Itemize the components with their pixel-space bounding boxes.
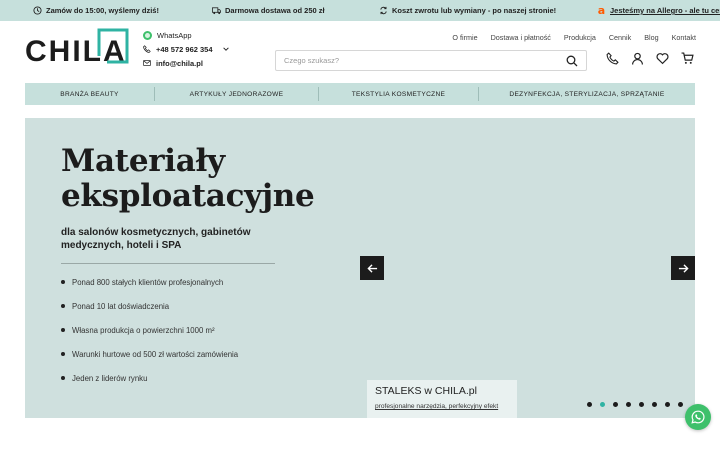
nav-link-dostawa[interactable]: Dostawa i płatność: [491, 33, 551, 42]
hero-slider: Materiały eksploatacyjne dla salonów kos…: [25, 118, 695, 418]
email-address[interactable]: info@chila.pl: [156, 59, 203, 68]
slider-dot[interactable]: [665, 402, 670, 407]
contact-block: WhatsApp +48 572 962 354 info@chila.pl: [143, 28, 230, 70]
whatsapp-contact[interactable]: WhatsApp: [143, 28, 230, 42]
search-icon[interactable]: [566, 55, 578, 67]
hero-divider: [61, 263, 275, 264]
list-item: Własna produkcja o powierzchni 1000 m²: [61, 318, 238, 342]
category-dezynfekcja[interactable]: DEZYNFEKCJA, STERYLIZACJA, SPRZĄTANIE: [479, 87, 695, 101]
search-bar: [275, 50, 587, 71]
arrow-left-icon: [366, 263, 377, 273]
whatsapp-float-button[interactable]: [685, 404, 711, 430]
hero-title-line-1: Materiały: [61, 143, 225, 179]
whatsapp-icon: [691, 410, 705, 424]
promo-text: Koszt zwrotu lub wymiany - po naszej str…: [392, 6, 557, 15]
chila-logo[interactable]: CHILA: [25, 28, 130, 66]
category-artykuly-jednorazowe[interactable]: ARTYKUŁY JEDNORAZOWE: [155, 87, 319, 101]
phone-contact[interactable]: +48 572 962 354: [143, 42, 230, 56]
return-icon: [380, 6, 387, 15]
phone-small-icon: [143, 45, 151, 53]
mail-icon: [143, 60, 151, 66]
promo-text: Darmowa dostawa od 250 zł: [225, 6, 325, 15]
promo-text: Zamów do 15:00, wyślemy dziś!: [46, 6, 159, 15]
slider-dot[interactable]: [626, 402, 631, 407]
nav-link-o-firmie[interactable]: O firmie: [452, 33, 477, 42]
list-item: Ponad 10 lat doświadczenia: [61, 294, 238, 318]
whatsapp-label[interactable]: WhatsApp: [157, 31, 192, 40]
search-input[interactable]: [284, 56, 566, 65]
slider-dot[interactable]: [613, 402, 618, 407]
hero-bullet-list: Ponad 800 stałych klientów profesjonalny…: [61, 270, 238, 390]
next-slide-card[interactable]: STALEKS w CHILA.pl profesjonalne narzędz…: [367, 380, 517, 418]
slider-dots: [587, 402, 683, 407]
whatsapp-icon: [143, 30, 152, 40]
clock-icon: [33, 6, 42, 15]
slider-dot[interactable]: [587, 402, 592, 407]
nav-link-cennik[interactable]: Cennik: [609, 33, 631, 42]
chevron-down-icon[interactable]: [222, 45, 230, 53]
list-item: Ponad 800 stałych klientów profesjonalny…: [61, 270, 238, 294]
slider-dot[interactable]: [639, 402, 644, 407]
truck-icon: [212, 7, 221, 15]
slider-dot[interactable]: [678, 402, 683, 407]
promo-item-shipping-time: Zamów do 15:00, wyślemy dziś!: [33, 0, 159, 21]
hero-title-line-2: eksploatacyjne: [61, 178, 315, 214]
allegro-link[interactable]: Jesteśmy na Allegro - ale tu ceny lo: [610, 6, 720, 15]
promo-item-free-delivery: Darmowa dostawa od 250 zł: [212, 0, 325, 21]
slider-dot[interactable]: [600, 402, 605, 407]
top-navigation: O firmie Dostawa i płatność Produkcja Ce…: [452, 33, 696, 42]
nav-link-produkcja[interactable]: Produkcja: [564, 33, 596, 42]
slider-prev-button[interactable]: [360, 256, 384, 280]
heart-icon[interactable]: [656, 52, 669, 66]
nav-link-blog[interactable]: Blog: [644, 33, 658, 42]
promo-item-allegro[interactable]: a Jesteśmy na Allegro - ale tu ceny lo: [597, 0, 720, 21]
cart-icon[interactable]: [681, 52, 694, 66]
arrow-right-icon: [678, 263, 689, 273]
promo-item-returns: Koszt zwrotu lub wymiany - po naszej str…: [379, 0, 556, 21]
nav-link-kontakt[interactable]: Kontakt: [672, 33, 696, 42]
category-bar: BRANŻA BEAUTY ARTYKUŁY JEDNORAZOWE TEKST…: [25, 83, 695, 105]
list-item: Jeden z liderów rynku: [61, 366, 238, 390]
hero-subtitle: dla salonów kosmetycznych, gabinetów med…: [61, 227, 251, 251]
header-icons: [606, 52, 694, 66]
allegro-icon: a: [597, 4, 606, 17]
category-branza-beauty[interactable]: BRANŻA BEAUTY: [25, 87, 155, 101]
list-item: Warunki hurtowe od 500 zł wartości zamów…: [61, 342, 238, 366]
slider-next-button[interactable]: [671, 256, 695, 280]
phone-icon[interactable]: [606, 52, 619, 66]
card-subtitle-link[interactable]: profesjonalne narzędzia, perfekcyjny efe…: [375, 403, 509, 410]
slider-dot[interactable]: [652, 402, 657, 407]
phone-number[interactable]: +48 572 962 354: [156, 45, 213, 54]
category-tekstylia[interactable]: TEKSTYLIA KOSMETYCZNE: [319, 87, 479, 101]
promo-topbar: Zamów do 15:00, wyślemy dziś! Darmowa do…: [0, 0, 720, 21]
user-icon[interactable]: [631, 52, 644, 66]
card-title[interactable]: STALEKS w CHILA.pl: [375, 385, 509, 397]
email-contact[interactable]: info@chila.pl: [143, 56, 230, 70]
hero-title: Materiały eksploatacyjne: [61, 143, 315, 214]
